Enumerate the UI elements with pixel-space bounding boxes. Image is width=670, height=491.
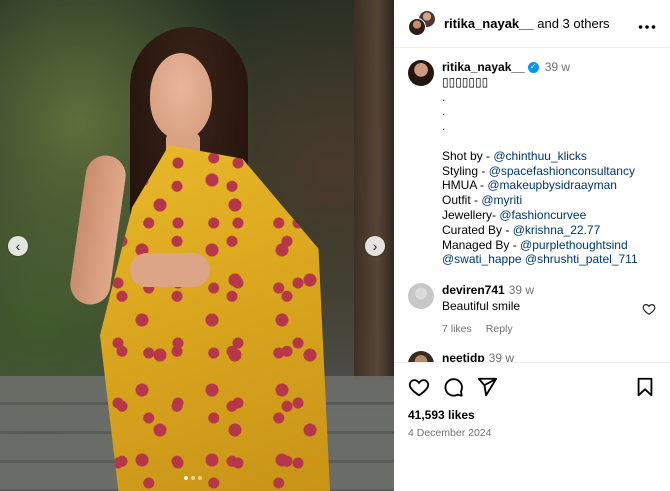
caption-emoji-line: ▯▯▯▯▯▯▯ bbox=[442, 74, 489, 89]
comment-username[interactable]: deviren741 bbox=[442, 283, 505, 297]
comment-actions: 7 likes Reply bbox=[442, 323, 636, 335]
mention-link[interactable]: @makeupbysidraayman bbox=[487, 178, 617, 192]
mention-link[interactable]: @spacefashionconsultancy bbox=[489, 164, 635, 178]
post-actions: 41,593 likes 4 December 2024 bbox=[394, 362, 670, 439]
mention-link[interactable]: @chinthuu_klicks bbox=[493, 149, 587, 163]
likes-count[interactable]: 41,593 likes bbox=[408, 408, 656, 422]
share-icon[interactable] bbox=[476, 376, 498, 398]
carousel-prev-button[interactable]: ‹ bbox=[8, 236, 28, 256]
caption-username[interactable]: ritika_nayak__ bbox=[442, 60, 525, 75]
credit-line: Styling - @spacefashionconsultancy bbox=[442, 164, 638, 179]
comment-icon[interactable] bbox=[442, 376, 464, 398]
caption-dot: . bbox=[442, 104, 446, 119]
comment-body: deviren741 39 w Beautiful smile 7 likes R… bbox=[442, 283, 636, 335]
comments-section[interactable]: ritika_nayak__ ✓ 39 w ▯▯▯▯▯▯▯ . . . Shot… bbox=[394, 48, 670, 362]
avatar[interactable] bbox=[408, 60, 434, 86]
post-date: 4 December 2024 bbox=[408, 427, 492, 439]
carousel-dot bbox=[198, 476, 202, 480]
credit-label: Managed By - bbox=[442, 237, 521, 252]
caption-body: ritika_nayak__ ✓ 39 w ▯▯▯▯▯▯▯ . . . Shot… bbox=[442, 60, 638, 267]
carousel-dots bbox=[184, 476, 202, 480]
reply-button[interactable]: Reply bbox=[486, 323, 513, 335]
credit-label: Shot by - bbox=[442, 148, 494, 163]
post-header: ritika_nayak__ and 3 others bbox=[394, 0, 670, 48]
clasped-hands bbox=[130, 253, 210, 287]
carousel-dot bbox=[191, 476, 195, 480]
face bbox=[150, 53, 212, 139]
carousel-next-button[interactable]: › bbox=[365, 236, 385, 256]
chevron-right-icon: › bbox=[372, 238, 378, 254]
caption: ritika_nayak__ ✓ 39 w ▯▯▯▯▯▯▯ . . . Shot… bbox=[394, 48, 670, 267]
background-tree bbox=[354, 0, 394, 380]
comment-time: 39 w bbox=[488, 351, 515, 362]
credit-label: Styling - bbox=[442, 163, 489, 178]
comment-time: 39 w bbox=[508, 283, 535, 298]
credit-line: HMUA - @makeupbysidraayman bbox=[442, 178, 638, 193]
mention-link[interactable]: @myriti bbox=[481, 193, 522, 207]
carousel-dot bbox=[184, 476, 188, 480]
post-panel: ritika_nayak__ and 3 others ritika_nayak… bbox=[394, 0, 670, 491]
caption-time: 39 w bbox=[544, 60, 571, 74]
verified-badge-icon: ✓ bbox=[527, 61, 539, 73]
action-icons bbox=[408, 375, 656, 399]
comment-body: neetidp 39 w bbox=[442, 351, 656, 362]
credit-label: Jewellery- bbox=[442, 207, 500, 222]
comment-item: neetidp 39 w bbox=[394, 351, 670, 362]
credit-label: Outfit - bbox=[442, 193, 482, 208]
header-username[interactable]: ritika_nayak__ bbox=[444, 16, 534, 31]
caption-dot: . bbox=[442, 119, 446, 134]
mention-link[interactable]: @krishna_22.77 bbox=[513, 223, 601, 237]
woman-in-saree bbox=[67, 25, 340, 491]
collab-avatars[interactable] bbox=[408, 9, 436, 38]
caption-header: ritika_nayak__ ✓ 39 w bbox=[442, 60, 638, 75]
caption-dot: . bbox=[442, 89, 446, 104]
header-authors: ritika_nayak__ and 3 others bbox=[444, 16, 638, 31]
mention-link[interactable]: @purplethoughtsind bbox=[520, 238, 628, 252]
comment-item: deviren741 39 w Beautiful smile 7 likes R… bbox=[394, 283, 670, 335]
mention-link[interactable]: @fashioncurvee bbox=[499, 208, 586, 222]
credit-line: Outfit - @myriti bbox=[442, 193, 638, 208]
more-horizontal-icon[interactable] bbox=[638, 15, 656, 33]
credit-line: Curated By - @krishna_22.77 bbox=[442, 223, 638, 238]
mention-link[interactable]: @shrushti_patel_711 bbox=[525, 252, 638, 266]
credit-line: Jewellery- @fashioncurvee bbox=[442, 208, 638, 223]
header-others[interactable]: and 3 others bbox=[537, 16, 609, 31]
avatar bbox=[408, 17, 426, 36]
credit-label: Curated By - bbox=[442, 222, 513, 237]
heart-outline-icon[interactable] bbox=[642, 302, 656, 316]
heart-icon[interactable] bbox=[408, 376, 430, 398]
comment-likes[interactable]: 7 likes bbox=[442, 323, 472, 335]
chevron-left-icon: ‹ bbox=[15, 238, 21, 254]
avatar[interactable] bbox=[408, 351, 434, 362]
post-photo[interactable]: ‹ › bbox=[0, 0, 394, 491]
credit-line: @swati_happe @shrushti_patel_711 bbox=[442, 252, 638, 267]
credit-label: HMUA - bbox=[442, 178, 488, 193]
comment-username[interactable]: neetidp bbox=[442, 351, 485, 362]
credit-line: Shot by - @chinthuu_klicks bbox=[442, 149, 638, 164]
credit-line: Managed By - @purplethoughtsind bbox=[442, 238, 638, 253]
mention-link[interactable]: @swati_happe bbox=[442, 252, 522, 266]
comment-text: Beautiful smile bbox=[442, 299, 521, 314]
avatar[interactable] bbox=[408, 283, 434, 310]
bookmark-icon[interactable] bbox=[634, 376, 656, 398]
